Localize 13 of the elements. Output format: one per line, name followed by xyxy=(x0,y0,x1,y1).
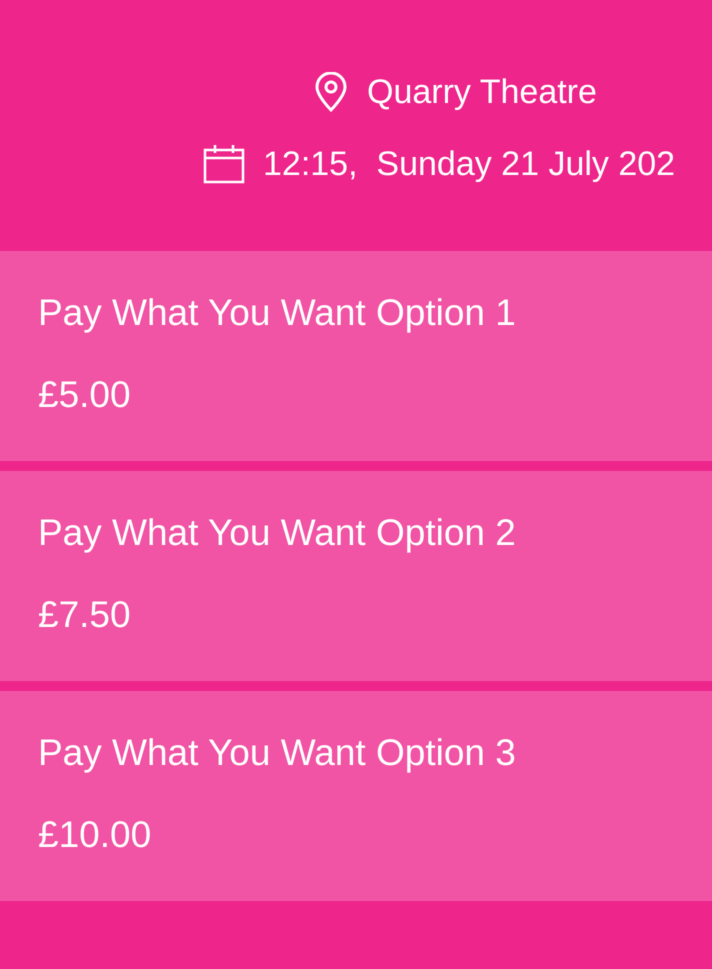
option-name: Pay What You Want Option 2 xyxy=(38,511,517,555)
option-price: £10.00 xyxy=(38,813,152,857)
venue-name: Quarry Theatre xyxy=(367,72,597,113)
option-price: £7.50 xyxy=(38,593,132,637)
option-name: Pay What You Want Option 1 xyxy=(38,291,517,335)
ticket-option-card[interactable]: Pay What You Want Option 2 £7.50 xyxy=(0,471,712,681)
ticket-option-card[interactable]: Pay What You Want Option 3 £10.00 xyxy=(0,691,712,901)
option-name: Pay What You Want Option 3 xyxy=(38,731,517,775)
event-datetime: 12:15, Sunday 21 July 202 xyxy=(263,144,676,185)
calendar-icon xyxy=(203,144,245,184)
ticket-option-card[interactable]: Pay What You Want Option 1 £5.00 xyxy=(0,251,712,461)
location-pin-icon xyxy=(313,72,349,112)
option-price: £5.00 xyxy=(38,373,132,417)
